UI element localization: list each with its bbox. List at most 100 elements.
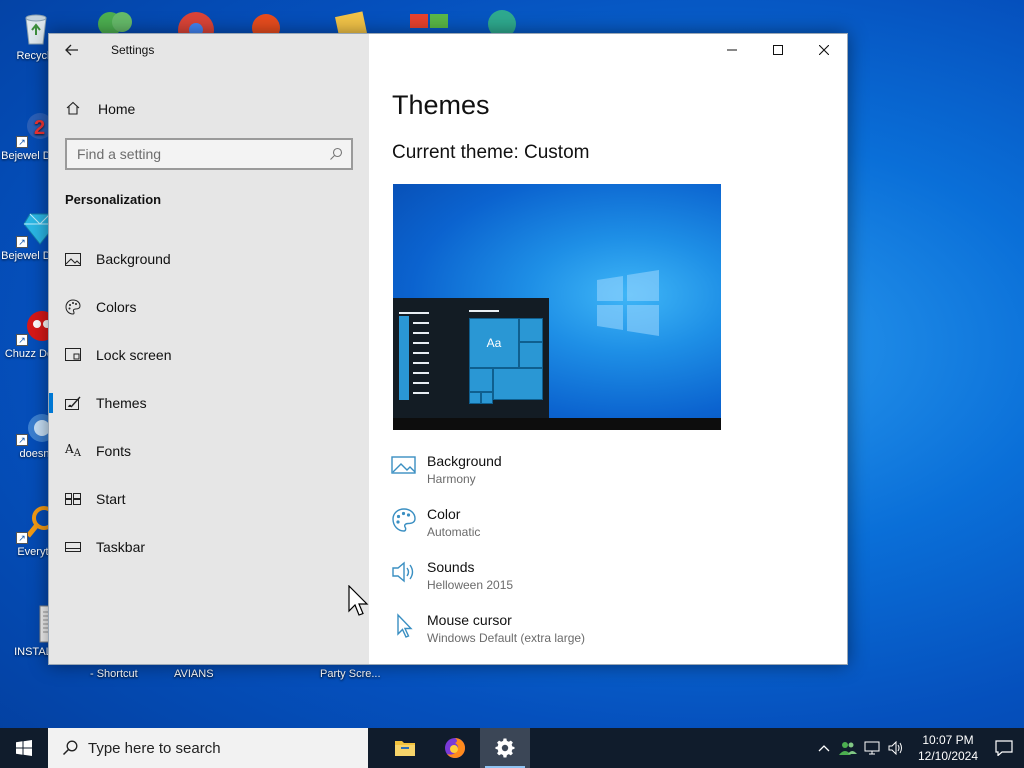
notification-icon — [995, 740, 1013, 756]
maximize-button[interactable] — [755, 34, 801, 66]
back-button[interactable] — [49, 34, 95, 66]
windows-logo-icon — [597, 270, 659, 336]
palette-icon — [391, 507, 417, 533]
preview-tile: Aa — [469, 318, 519, 368]
preview-start-menu: Aa — [393, 298, 549, 418]
speaker-icon — [391, 560, 417, 586]
theme-property-background[interactable]: Background Harmony — [391, 452, 585, 505]
partial-desktop-icons — [98, 10, 516, 48]
preview-taskbar — [393, 418, 721, 430]
property-name: Sounds — [427, 559, 475, 575]
taskbar-clock[interactable]: 10:07 PM 12/10/2024 — [912, 732, 984, 764]
taskbar-app-file-explorer[interactable] — [380, 728, 430, 768]
windows-start-icon — [16, 740, 32, 756]
property-value: Helloween 2015 — [427, 578, 514, 592]
system-tray: 10:07 PM 12/10/2024 — [812, 728, 1024, 768]
nav-home[interactable]: Home — [49, 96, 369, 122]
themes-content: Themes Current theme: Custom Aa Backgrou… — [369, 34, 847, 664]
shortcut-arrow-icon: ↗ — [16, 532, 28, 544]
network-button[interactable] — [860, 728, 884, 768]
section-heading: Personalization — [65, 192, 162, 207]
sidebar-item-lock-screen[interactable]: Lock screen — [49, 331, 369, 379]
search-icon — [330, 147, 343, 160]
back-arrow-icon — [65, 44, 78, 56]
theme-property-color[interactable]: Color Automatic — [391, 505, 585, 558]
window-title: Settings — [111, 43, 155, 57]
desktop-partial-label-avians: AVIANS — [174, 668, 214, 680]
taskbar-app-settings[interactable] — [480, 728, 530, 768]
theme-property-sounds[interactable]: Sounds Helloween 2015 — [391, 558, 585, 611]
action-center-button[interactable] — [984, 728, 1024, 768]
close-button[interactable] — [801, 34, 847, 66]
property-name: Background — [427, 453, 502, 469]
volume-button[interactable] — [884, 728, 908, 768]
sidebar-item-label: Taskbar — [96, 539, 146, 555]
sidebar-item-label: Colors — [96, 299, 137, 315]
clock-date: 12/10/2024 — [917, 749, 979, 763]
close-icon — [819, 45, 829, 55]
sidebar-item-themes[interactable]: Themes — [49, 379, 369, 427]
property-value: Windows Default (extra large) — [427, 631, 586, 645]
find-setting-input[interactable] — [77, 146, 329, 162]
theme-preview: Aa — [393, 184, 721, 430]
property-name: Mouse cursor — [427, 612, 512, 628]
folder-icon — [395, 741, 415, 756]
gear-icon — [495, 738, 515, 758]
sidebar-item-label: Start — [96, 491, 126, 507]
themes-icon — [65, 395, 81, 411]
tray-overflow-button[interactable] — [812, 728, 836, 768]
property-name: Color — [427, 506, 461, 522]
personalization-nav: Background Colors Lock screen Themes A A… — [49, 235, 369, 571]
people-icon — [839, 742, 857, 755]
desktop-icon-top-row — [92, 6, 542, 48]
shortcut-arrow-icon: ↗ — [16, 136, 28, 148]
fonts-icon: AA — [65, 442, 81, 459]
find-setting-box[interactable] — [65, 138, 353, 170]
chevron-up-icon — [818, 745, 830, 752]
sidebar-item-fonts[interactable]: AA Fonts — [49, 427, 369, 475]
sidebar-item-label: Lock screen — [96, 347, 172, 363]
mouse-pointer-icon — [348, 585, 369, 616]
svg-text:2: 2 — [34, 117, 45, 139]
property-value: Automatic — [427, 525, 481, 539]
speaker-icon — [888, 741, 902, 755]
taskbar-search-input[interactable] — [88, 739, 338, 757]
taskbar: 10:07 PM 12/10/2024 — [0, 728, 1024, 768]
start-icon — [65, 491, 81, 507]
home-icon — [66, 101, 80, 118]
minimize-icon — [727, 49, 737, 51]
start-button[interactable] — [0, 728, 48, 768]
taskbar-icon — [65, 539, 81, 555]
lock-screen-icon — [65, 347, 81, 363]
sidebar-item-label: Fonts — [96, 443, 132, 459]
shortcut-arrow-icon: ↗ — [16, 236, 28, 248]
settings-window: Settings Home Personalization Background — [48, 33, 848, 665]
cursor-icon — [391, 613, 417, 639]
tray-people-button[interactable] — [836, 728, 860, 768]
palette-icon — [65, 299, 81, 315]
shortcut-arrow-icon: ↗ — [16, 334, 28, 346]
sidebar-item-background[interactable]: Background — [49, 235, 369, 283]
picture-icon — [391, 454, 417, 480]
minimize-button[interactable] — [709, 34, 755, 66]
sidebar-item-label: Background — [96, 251, 171, 267]
settings-sidebar: Settings Home Personalization Background — [49, 34, 369, 664]
sidebar-item-taskbar[interactable]: Taskbar — [49, 523, 369, 571]
desktop-partial-label-party: Party Scre... — [320, 668, 381, 680]
sidebar-item-start[interactable]: Start — [49, 475, 369, 523]
page-title: Themes — [392, 90, 490, 120]
taskbar-search-box[interactable] — [48, 728, 368, 768]
network-icon — [864, 741, 880, 755]
property-value: Harmony — [427, 472, 476, 486]
taskbar-app-firefox[interactable] — [430, 728, 480, 768]
desktop-partial-label-shortcut: - Shortcut — [90, 668, 138, 680]
caption-buttons — [709, 34, 847, 66]
title-bar: Settings — [49, 34, 369, 66]
theme-property-mouse-cursor[interactable]: Mouse cursor Windows Default (extra larg… — [391, 611, 585, 664]
firefox-icon — [445, 738, 465, 758]
search-icon — [62, 740, 78, 756]
sidebar-item-label: Themes — [96, 395, 147, 411]
current-theme-heading: Current theme: Custom — [392, 142, 590, 163]
shortcut-arrow-icon: ↗ — [16, 434, 28, 446]
sidebar-item-colors[interactable]: Colors — [49, 283, 369, 331]
